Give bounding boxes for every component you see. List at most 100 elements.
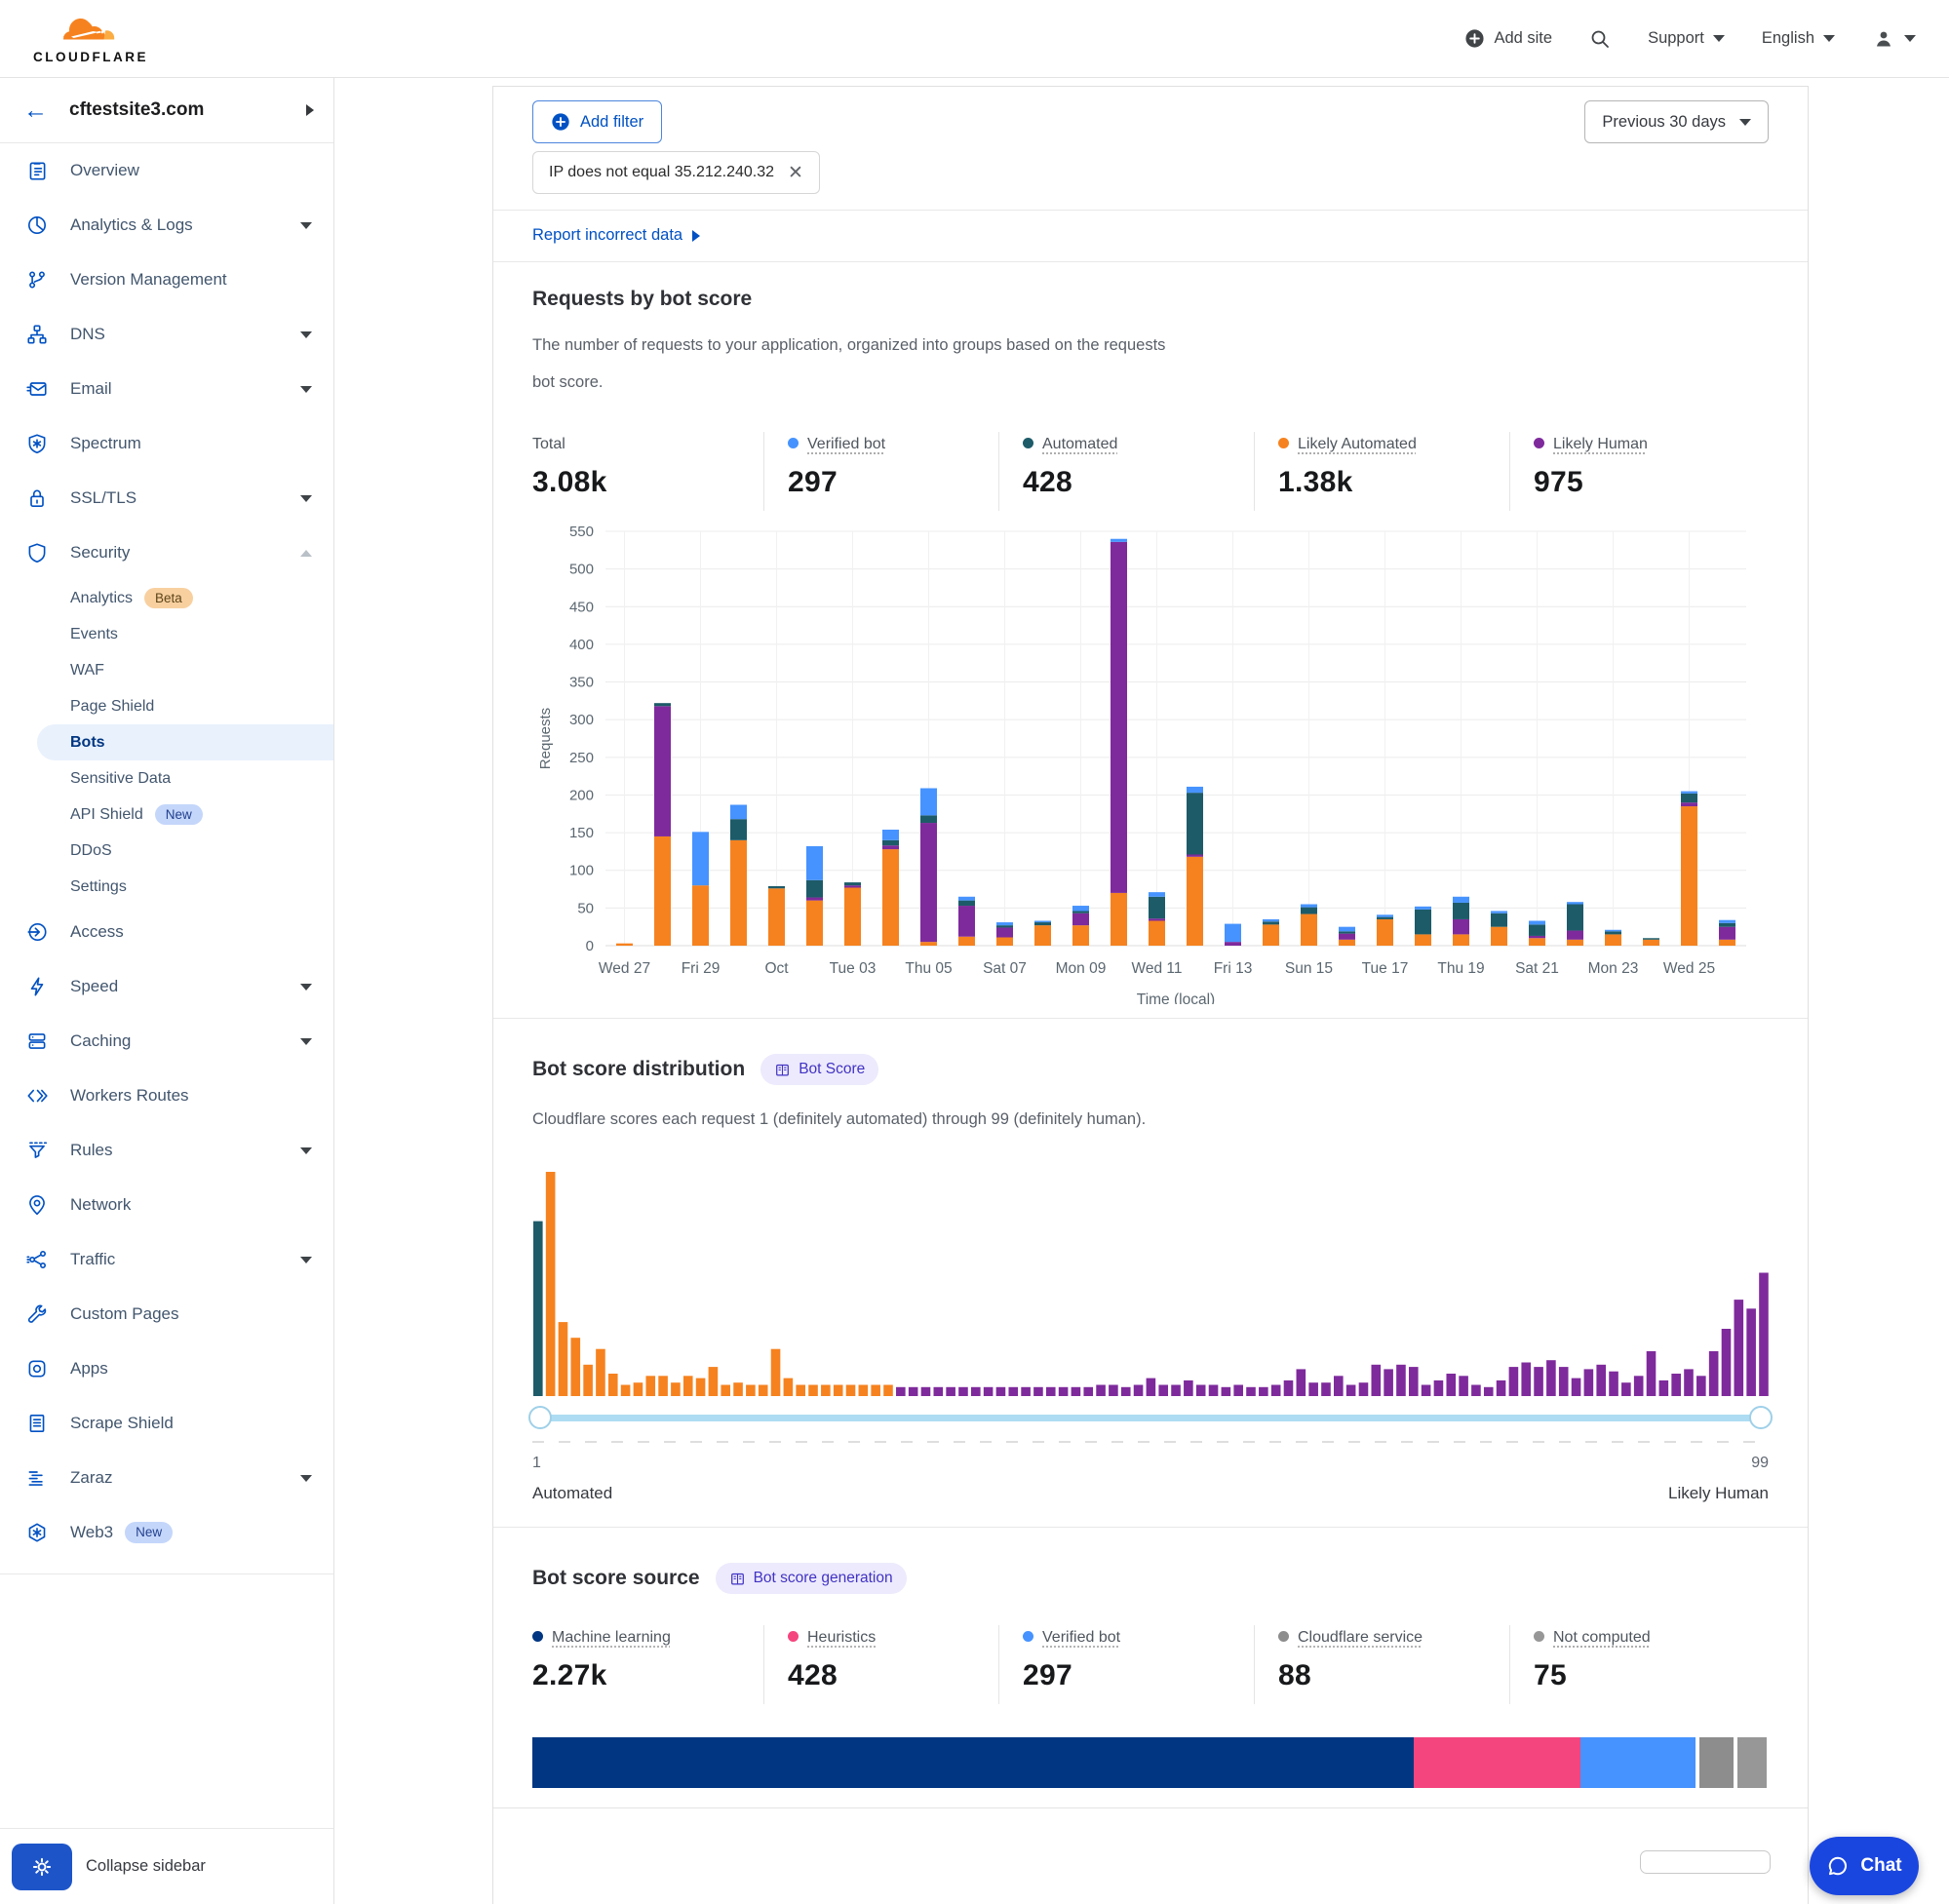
sidebar-item-web3[interactable]: Web3New [0,1505,333,1560]
report-incorrect-data-link[interactable]: Report incorrect data [532,226,700,245]
caching-icon [25,1030,49,1053]
chevron-down-icon [300,495,312,502]
next-range-button-partial[interactable] [1640,1850,1771,1874]
bot-score-badge[interactable]: Bot Score [760,1054,878,1085]
sidebar-item-bots[interactable]: Bots [37,724,333,760]
cloudflare-cloud-icon [60,13,121,50]
ip-filter-chip[interactable]: IP does not equal 35.212.240.32 ✕ [532,151,820,194]
chat-button[interactable]: Chat [1810,1837,1919,1895]
report-section: Report incorrect data [493,210,1808,261]
add-site-button[interactable]: Add site [1464,28,1552,49]
cloudflare-logo[interactable]: CLOUDFLARE [33,13,148,64]
slider-handle-max[interactable] [1749,1406,1773,1429]
search-button[interactable] [1589,28,1611,50]
sidebar-item-rules[interactable]: Rules [0,1123,333,1178]
sidebar-item-ddos[interactable]: DDoS [0,833,333,869]
sidebar-item-overview[interactable]: Overview [0,143,333,198]
bot-score-generation-badge[interactable]: Bot score generation [716,1563,907,1594]
svg-text:Wed 11: Wed 11 [1132,960,1183,977]
docs-icon [729,1571,746,1587]
sidebar-item-scrape-shield[interactable]: Scrape Shield [0,1396,333,1451]
stat-label: Machine learning [552,1629,671,1646]
slider-ticks [532,1441,1769,1443]
sidebar-item-label: Network [70,1195,131,1215]
collapse-sidebar-label[interactable]: Collapse sidebar [86,1857,206,1876]
stat-value: 1.38k [1278,466,1509,499]
filters-section: Add filter IP does not equal 35.212.240.… [493,87,1808,210]
slider-max-value: 99 [1668,1455,1769,1472]
sidebar-item-speed[interactable]: Speed [0,959,333,1014]
sidebar-item-ssl-tls[interactable]: SSL/TLS [0,471,333,525]
slider-track[interactable] [534,1415,1767,1421]
sidebar-item-sensitive-data[interactable]: Sensitive Data [0,760,333,797]
legend-dot-icon [532,1631,543,1642]
add-filter-button[interactable]: Add filter [532,100,662,143]
sidebar-item-workers-routes[interactable]: Workers Routes [0,1069,333,1123]
sidebar-item-traffic[interactable]: Traffic [0,1232,333,1287]
legend-dot-icon [1534,438,1544,448]
svg-text:200: 200 [569,787,594,803]
svg-text:Mon 09: Mon 09 [1056,960,1107,977]
email-icon [25,377,49,401]
sidebar-item-version-management[interactable]: Version Management [0,253,333,307]
add-site-label: Add site [1494,29,1552,48]
account-menu[interactable] [1872,27,1916,51]
sidebar-item-dns[interactable]: DNS [0,307,333,362]
sidebar-item-security[interactable]: Security [0,525,333,580]
stat-label: Automated [1042,436,1117,452]
docs-icon [774,1062,791,1078]
stat-value: 3.08k [532,466,763,499]
chevron-down-icon [1823,35,1835,42]
bot-score-distribution-card: Bot score distribution Bot Score Cloudfl… [493,1018,1808,1527]
sidebar-item-spectrum[interactable]: Spectrum [0,416,333,471]
slider-handle-min[interactable] [528,1406,552,1429]
stat-value: 88 [1278,1659,1509,1692]
speed-icon [25,975,49,998]
back-arrow-icon[interactable]: ← [23,98,48,123]
sidebar-item-analytics[interactable]: AnalyticsBeta [0,580,333,616]
site-selector[interactable]: ← cftestsite3.com [0,78,333,143]
remove-filter-icon[interactable]: ✕ [788,164,803,182]
svg-text:Wed 25: Wed 25 [1663,960,1715,977]
svg-text:100: 100 [569,863,594,879]
user-icon [1872,27,1895,51]
svg-text:Time (local): Time (local) [1137,991,1215,1004]
settings-gear-button[interactable] [12,1844,72,1890]
support-menu[interactable]: Support [1648,29,1725,48]
sidebar-bottom: Collapse sidebar [0,1828,333,1904]
language-menu[interactable]: English [1762,29,1835,48]
svg-text:Tue 03: Tue 03 [830,960,877,977]
sidebar-nav: Overview Analytics & Logs Version Manageme… [0,143,333,1828]
sidebar-item-api-shield[interactable]: API ShieldNew [0,797,333,833]
sidebar-item-custom-pages[interactable]: Custom Pages [0,1287,333,1341]
stat-total: Total3.08k [532,432,763,511]
chat-bubble-icon [1826,1854,1850,1878]
sidebar-item-events[interactable]: Events [0,616,333,652]
version-icon [25,268,49,291]
report-link-label: Report incorrect data [532,226,682,245]
sidebar-item-label: Version Management [70,270,227,290]
sidebar-item-apps[interactable]: Apps [0,1341,333,1396]
scrape-icon [25,1412,49,1435]
date-range-button[interactable]: Previous 30 days [1584,100,1769,143]
sidebar-item-label: Security [70,543,130,563]
sidebar-item-label: Apps [70,1359,108,1379]
sidebar-item-network[interactable]: Network [0,1178,333,1232]
sidebar-item-settings[interactable]: Settings [0,869,333,905]
sidebar-item-caching[interactable]: Caching [0,1014,333,1069]
stat-label: Verified bot [807,436,885,452]
sidebar-item-page-shield[interactable]: Page Shield [0,688,333,724]
requests-card-description: The number of requests to your applicati… [532,327,1176,401]
distribution-card-title: Bot score distribution [532,1058,745,1081]
sidebar-item-zaraz[interactable]: Zaraz [0,1451,333,1505]
chevron-down-icon [1713,35,1725,42]
sidebar-item-label: API Shield [70,806,143,824]
sidebar-item-waf[interactable]: WAF [0,652,333,688]
sidebar-item-label: DNS [70,325,105,344]
sidebar-item-analytics-logs[interactable]: Analytics & Logs [0,198,333,253]
svg-text:Requests: Requests [537,708,554,769]
sidebar-item-access[interactable]: Access [0,905,333,959]
sidebar-item-label: Analytics & Logs [70,215,193,235]
sidebar-item-email[interactable]: Email [0,362,333,416]
source-stats: Machine learning2.27kHeuristics428Verifi… [532,1625,1769,1704]
